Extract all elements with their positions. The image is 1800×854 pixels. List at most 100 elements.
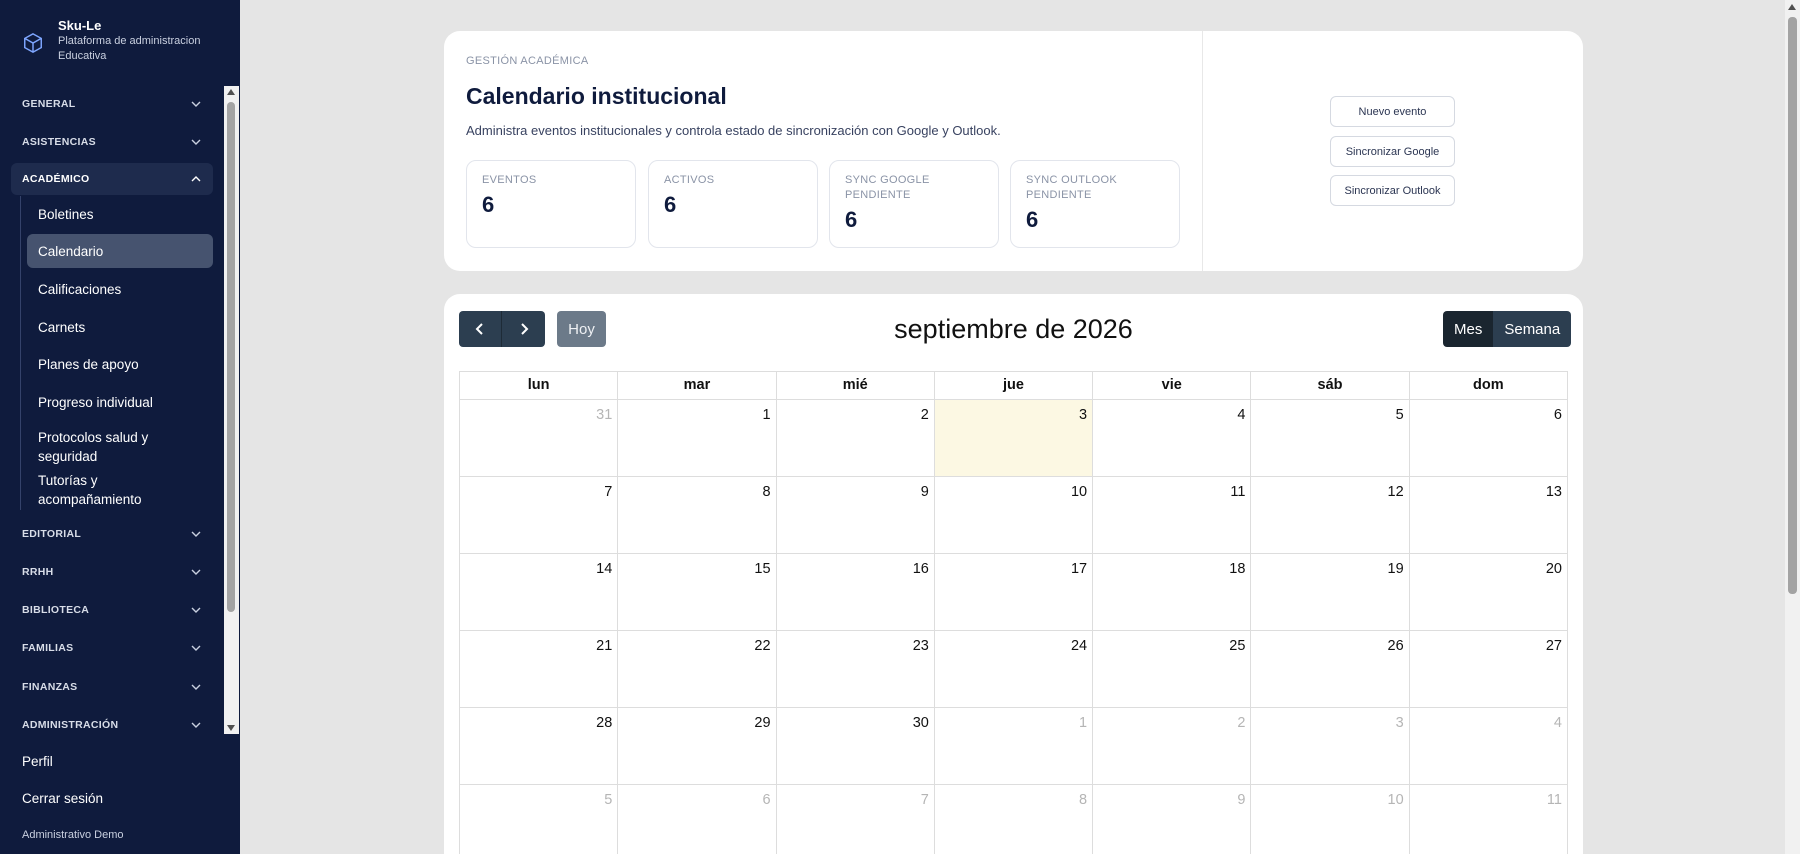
day-cell[interactable]: 13 xyxy=(1410,477,1567,553)
day-cell[interactable]: 29 xyxy=(618,708,777,784)
day-cell[interactable]: 6 xyxy=(618,785,777,854)
day-number[interactable]: 20 xyxy=(1546,561,1562,577)
day-cell[interactable]: 14 xyxy=(460,554,619,630)
day-cell[interactable]: 23 xyxy=(777,631,935,707)
day-cell[interactable]: 9 xyxy=(777,477,935,553)
day-number[interactable]: 17 xyxy=(1071,561,1087,577)
sidebar-item-calificaciones[interactable]: Calificaciones xyxy=(27,275,213,303)
nav-group-rrhh[interactable]: RRHH xyxy=(11,556,213,588)
day-number[interactable]: 2 xyxy=(921,407,929,423)
day-cell[interactable]: 17 xyxy=(935,554,1094,630)
day-number[interactable]: 23 xyxy=(913,638,929,654)
day-cell[interactable]: 2 xyxy=(777,400,935,476)
day-cell[interactable]: 8 xyxy=(618,477,777,553)
logout-link[interactable]: Cerrar sesión xyxy=(22,791,103,806)
sidebar-item-boletines[interactable]: Boletines xyxy=(27,200,213,228)
day-cell[interactable]: 12 xyxy=(1251,477,1410,553)
day-cell[interactable]: 19 xyxy=(1251,554,1410,630)
day-cell[interactable]: 1 xyxy=(618,400,777,476)
day-number[interactable]: 2 xyxy=(1237,715,1245,731)
day-number[interactable]: 13 xyxy=(1546,484,1562,500)
day-cell[interactable]: 1 xyxy=(935,708,1094,784)
nav-group-biblioteca[interactable]: BIBLIOTECA xyxy=(11,594,213,626)
scroll-down-arrow-icon[interactable] xyxy=(227,725,235,731)
profile-link[interactable]: Perfil xyxy=(22,754,53,769)
day-cell[interactable]: 5 xyxy=(460,785,619,854)
prev-month-button[interactable] xyxy=(459,311,502,347)
day-number[interactable]: 30 xyxy=(913,715,929,731)
day-number[interactable]: 12 xyxy=(1388,484,1404,500)
day-cell[interactable]: 9 xyxy=(1093,785,1252,854)
day-cell[interactable]: 20 xyxy=(1410,554,1567,630)
day-number[interactable]: 25 xyxy=(1229,638,1245,654)
sidebar-item-progreso-individual[interactable]: Progreso individual xyxy=(27,388,213,416)
day-cell[interactable]: 24 xyxy=(935,631,1094,707)
day-cell[interactable]: 25 xyxy=(1093,631,1252,707)
nav-group-familias[interactable]: FAMILIAS xyxy=(11,632,213,664)
day-number[interactable]: 5 xyxy=(1396,407,1404,423)
sync-google-button[interactable]: Sincronizar Google xyxy=(1330,136,1455,167)
sidebar-item-tutorias[interactable]: Tutorías y acompañamiento xyxy=(27,473,213,507)
day-cell[interactable]: 10 xyxy=(935,477,1094,553)
day-cell[interactable]: 10 xyxy=(1251,785,1410,854)
day-number[interactable]: 7 xyxy=(921,792,929,808)
day-cell[interactable]: 22 xyxy=(618,631,777,707)
day-cell[interactable]: 4 xyxy=(1093,400,1252,476)
day-cell[interactable]: 28 xyxy=(460,708,619,784)
day-cell[interactable]: 3 xyxy=(1251,708,1410,784)
scrollbar-thumb[interactable] xyxy=(227,102,235,612)
day-cell[interactable]: 2 xyxy=(1093,708,1252,784)
day-number[interactable]: 21 xyxy=(596,638,612,654)
day-number[interactable]: 15 xyxy=(754,561,770,577)
day-cell[interactable]: 11 xyxy=(1410,785,1567,854)
day-number[interactable]: 26 xyxy=(1388,638,1404,654)
nav-group-general[interactable]: GENERAL xyxy=(11,88,213,120)
day-number[interactable]: 11 xyxy=(1547,792,1562,808)
day-number[interactable]: 6 xyxy=(1554,407,1562,423)
day-number[interactable]: 7 xyxy=(604,484,612,500)
month-view-button[interactable]: Mes xyxy=(1443,311,1494,347)
day-number[interactable]: 9 xyxy=(921,484,929,500)
day-cell[interactable]: 31 xyxy=(460,400,619,476)
day-number[interactable]: 3 xyxy=(1396,715,1404,731)
nav-group-finanzas[interactable]: FINANZAS xyxy=(11,671,213,703)
week-view-button[interactable]: Semana xyxy=(1493,311,1572,347)
day-number[interactable]: 4 xyxy=(1554,715,1562,731)
day-cell[interactable]: 16 xyxy=(777,554,935,630)
nav-group-asistencias[interactable]: ASISTENCIAS xyxy=(11,126,213,158)
day-cell[interactable]: 21 xyxy=(460,631,619,707)
scroll-up-arrow-icon[interactable] xyxy=(227,89,235,95)
day-number[interactable]: 5 xyxy=(604,792,612,808)
day-cell[interactable]: 5 xyxy=(1251,400,1410,476)
day-number[interactable]: 10 xyxy=(1388,792,1404,808)
sidebar-item-protocolos[interactable]: Protocolos salud y seguridad xyxy=(27,427,213,467)
nav-group-administracion[interactable]: ADMINISTRACIÓN xyxy=(11,709,213,734)
day-number[interactable]: 8 xyxy=(1079,792,1087,808)
day-number[interactable]: 1 xyxy=(1079,715,1087,731)
day-number[interactable]: 3 xyxy=(1079,407,1087,423)
day-number[interactable]: 31 xyxy=(596,407,612,423)
new-event-button[interactable]: Nuevo evento xyxy=(1330,96,1455,127)
day-number[interactable]: 8 xyxy=(762,484,770,500)
nav-group-editorial[interactable]: EDITORIAL xyxy=(11,518,213,550)
day-number[interactable]: 6 xyxy=(762,792,770,808)
next-month-button[interactable] xyxy=(502,311,545,347)
day-number[interactable]: 4 xyxy=(1237,407,1245,423)
day-cell[interactable]: 26 xyxy=(1251,631,1410,707)
today-button[interactable]: Hoy xyxy=(557,311,606,347)
scroll-up-arrow-icon[interactable] xyxy=(1788,4,1796,10)
nav-group-academico[interactable]: ACADÉMICO xyxy=(11,163,213,195)
day-number[interactable]: 22 xyxy=(754,638,770,654)
day-number[interactable]: 16 xyxy=(913,561,929,577)
sidebar-scrollbar[interactable] xyxy=(224,86,239,734)
day-cell-today[interactable]: 3 xyxy=(934,400,1094,476)
day-number[interactable]: 1 xyxy=(762,407,770,423)
day-number[interactable]: 29 xyxy=(754,715,770,731)
day-cell[interactable]: 15 xyxy=(618,554,777,630)
day-number[interactable]: 27 xyxy=(1546,638,1562,654)
day-cell[interactable]: 7 xyxy=(460,477,619,553)
day-number[interactable]: 9 xyxy=(1237,792,1245,808)
sidebar-item-planes-de-apoyo[interactable]: Planes de apoyo xyxy=(27,350,213,378)
day-cell[interactable]: 8 xyxy=(935,785,1094,854)
sidebar-item-carnets[interactable]: Carnets xyxy=(27,313,213,341)
